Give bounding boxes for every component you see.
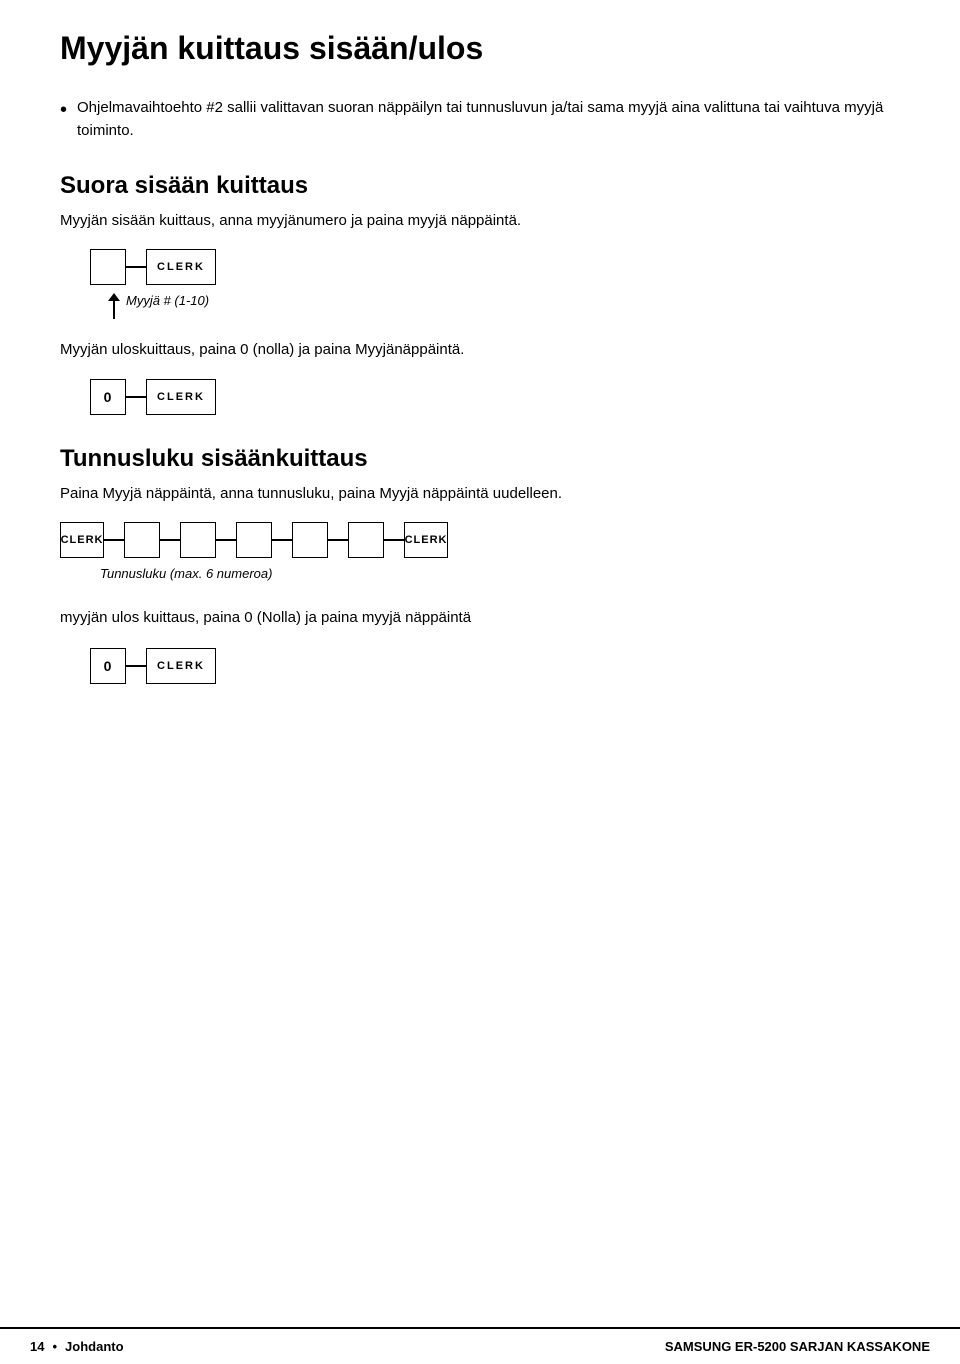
conn-t6 [384,539,404,541]
footer-left: 14 • Johdanto [30,1339,124,1354]
arrow-head [108,293,120,301]
conn-t5 [328,539,348,541]
page-footer: 14 • Johdanto SAMSUNG ER-5200 SARJAN KAS… [0,1327,960,1364]
tunnusluku-desc: Paina Myyjä näppäintä, anna tunnusluku, … [60,483,900,506]
tunnusluku-sign-out-text: myyjän ulos kuittaus, paina 0 (Nolla) ja… [60,607,900,630]
intro-bullet: Ohjelmavaihtoehto #2 sallii valittavan s… [60,97,900,142]
section-label: Johdanto [65,1339,124,1354]
tunnusluku-caption: Tunnusluku (max. 6 numeroa) [100,564,900,584]
page-number: 14 [30,1339,44,1354]
intro-text: Ohjelmavaihtoehto #2 sallii valittavan s… [77,97,900,142]
conn-t4 [272,539,292,541]
suora-sign-out-text: Myyjän uloskuittaus, paina 0 (nolla) ja … [60,339,900,362]
tunnusluku-diagram: CLERK CLERK Tunnusluku (max. 6 numeroa) [60,522,900,584]
clerk-key-1: CLERK [146,249,216,285]
key-connector-3 [126,665,146,667]
suora-heading: Suora sisään kuittaus [60,172,900,200]
digit-box-1 [124,522,160,558]
digit-box-5 [348,522,384,558]
suora-diagram: CLERK Myyjä # (1-10) [90,249,900,319]
clerk-key-start: CLERK [60,522,104,558]
suora-key-row: CLERK [90,249,900,285]
digit-box-2 [180,522,216,558]
suora-signout-diagram: 0 CLERK [90,379,900,415]
key-connector-2 [126,396,146,398]
digit-box-3 [236,522,272,558]
tunnusluku-key-row: CLERK CLERK [60,522,900,558]
arrow-line [113,301,115,319]
footer-bullet: • [52,1339,57,1354]
tunnusluku-heading: Tunnusluku sisäänkuittaus [60,445,900,473]
zero-key-2: 0 [90,648,126,684]
key-connector-1 [126,266,146,268]
myyjä-key-box [90,249,126,285]
footer-product: SAMSUNG ER-5200 SARJAN KASSAKONE [665,1339,930,1354]
clerk-key-3: CLERK [146,648,216,684]
clerk-key-end: CLERK [404,522,448,558]
arrow-label: Myyjä # (1-10) [126,293,209,308]
page-title: Myyjän kuittaus sisään/ulos [60,30,900,67]
conn-t2 [160,539,180,541]
conn-t3 [216,539,236,541]
suora-desc: Myyjän sisään kuittaus, anna myyjänumero… [60,210,900,233]
zero-key-1: 0 [90,379,126,415]
tunnusluku-signout-diagram: 0 CLERK [90,648,900,684]
clerk-key-2: CLERK [146,379,216,415]
arrow-up [108,293,120,319]
conn-t1 [104,539,124,541]
digit-box-4 [292,522,328,558]
